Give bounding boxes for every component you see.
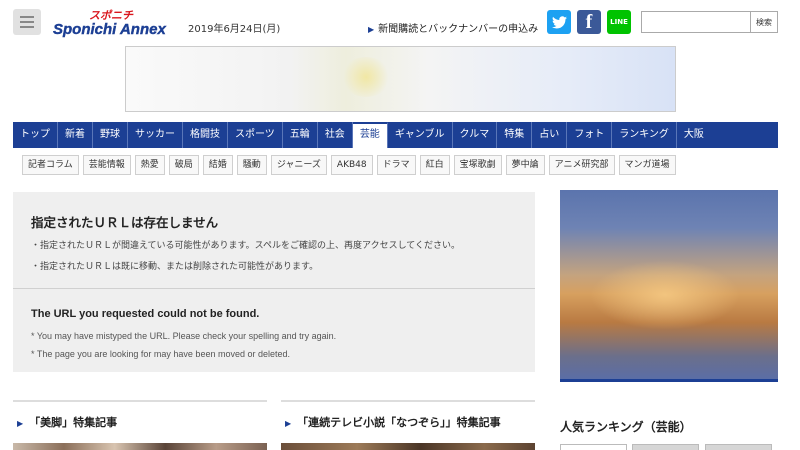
sub-nav-item[interactable]: ドラマ: [376, 155, 416, 175]
main-nav-item[interactable]: ランキング: [612, 122, 677, 148]
top-banner-ad[interactable]: [125, 46, 676, 112]
section-title-bikyaku[interactable]: ▶ 「美脚」特集記事: [17, 414, 117, 430]
site-header: スポニチ Sponichi Annex 2019年6月24日(月) ▶ 新聞購読と…: [0, 0, 800, 44]
article-thumbnails[interactable]: [13, 443, 267, 450]
section-title-natsuzora[interactable]: ▶ 「連続テレビ小説「なつぞら」」特集記事: [285, 414, 501, 430]
main-nav-item[interactable]: クルマ: [453, 122, 498, 148]
sidebar-ad[interactable]: [560, 190, 778, 382]
sub-nav-item[interactable]: 結婚: [202, 155, 233, 175]
section-title-label: 「美脚」特集記事: [29, 416, 118, 429]
sidebar-ad-image: [590, 260, 740, 330]
error-line-ja: ・指定されたＵＲＬは既に移動、または削除された可能性があります。: [31, 262, 319, 272]
main-nav-item[interactable]: ギャンブル: [388, 122, 453, 148]
subscribe-link[interactable]: ▶ 新聞購読とバックナンバーの申込み: [368, 20, 538, 35]
ranking-tab[interactable]: [705, 444, 772, 450]
menu-bar-icon: [20, 21, 34, 23]
sub-nav-item[interactable]: 宝塚歌劇: [453, 155, 502, 175]
search-button[interactable]: 検索: [750, 11, 778, 33]
sub-nav-item[interactable]: 記者コラム: [22, 155, 79, 175]
main-nav-item[interactable]: 芸能: [352, 122, 388, 148]
error-divider: [13, 288, 535, 289]
sub-nav-item[interactable]: AKB48: [330, 155, 373, 175]
error-line-en: * You may have mistyped the URL. Please …: [31, 331, 337, 341]
error-line-ja: ・指定されたＵＲＬが間違えている可能性があります。スペルをご確認の上、再度アクセ…: [31, 241, 461, 251]
error-title-en: The URL you requested could not be found…: [31, 308, 260, 320]
main-nav-item[interactable]: 野球: [93, 122, 128, 148]
line-icon: LINE: [610, 18, 628, 26]
main-nav-item[interactable]: サッカー: [128, 122, 183, 148]
error-line-en: * The page you are looking for may have …: [31, 349, 291, 359]
ranking-tab[interactable]: [560, 444, 627, 450]
subscribe-link-label: 新聞購読とバックナンバーの申込み: [378, 24, 539, 35]
main-nav-item[interactable]: 新着: [58, 122, 93, 148]
ranking-title: 人気ランキング（芸能）: [560, 420, 692, 434]
twitter-share-button[interactable]: [547, 10, 571, 34]
facebook-icon: f: [585, 10, 593, 33]
sub-nav-item[interactable]: 破局: [168, 155, 199, 175]
sub-nav-item[interactable]: 芸能情報: [82, 155, 131, 175]
sub-nav-item[interactable]: アニメ研究部: [548, 155, 615, 175]
section-title-label: 「連続テレビ小説「なつぞら」」特集記事: [297, 416, 501, 429]
main-nav-item[interactable]: 社会: [318, 122, 353, 148]
error-message-box: 指定されたＵＲＬは存在しません ・指定されたＵＲＬが間違えている可能性があります…: [13, 192, 535, 372]
sub-nav-item[interactable]: 夢中論: [505, 155, 545, 175]
sponichi-logo[interactable]: スポニチ Sponichi Annex: [51, 6, 179, 38]
menu-bar-icon: [20, 26, 34, 28]
main-nav-item[interactable]: 大阪: [677, 122, 711, 148]
sub-nav-item[interactable]: 騒動: [236, 155, 267, 175]
sub-nav-item[interactable]: マンガ道場: [618, 155, 676, 175]
article-thumbnails[interactable]: [281, 443, 535, 450]
current-date: 2019年6月24日(月): [188, 24, 281, 35]
line-share-button[interactable]: LINE: [607, 10, 631, 34]
main-nav-item[interactable]: フォト: [567, 122, 613, 148]
section-divider: [281, 400, 535, 402]
main-nav-item[interactable]: 特集: [497, 122, 533, 148]
banner-ad-image: [341, 57, 391, 97]
main-nav-item[interactable]: スポーツ: [228, 122, 283, 148]
sub-nav-item[interactable]: 熱愛: [134, 155, 165, 175]
main-nav: トップ 新着 野球 サッカー 格闘技 スポーツ 五輪 社会 芸能 ギャンブル クルマ 特集 占い フォトラ…: [13, 122, 778, 148]
facebook-share-button[interactable]: f: [577, 10, 601, 34]
arrow-right-icon: ▶: [368, 25, 375, 34]
hamburger-menu-button[interactable]: [13, 9, 41, 35]
main-nav-item[interactable]: 占い: [532, 122, 568, 148]
section-divider: [13, 400, 267, 402]
arrow-right-icon: ▶: [17, 419, 24, 428]
sub-nav-item[interactable]: 紅白: [419, 155, 450, 175]
error-title-ja: 指定されたＵＲＬは存在しません: [31, 215, 219, 230]
menu-bar-icon: [20, 16, 34, 18]
twitter-icon: [551, 15, 567, 28]
search-input[interactable]: [641, 11, 751, 33]
ranking-tab[interactable]: [632, 444, 699, 450]
arrow-right-icon: ▶: [285, 419, 292, 428]
entertainment-sub-nav: 記者コラム 芸能情報 熱愛 破局 結婚 騒動 ジャニーズ AKB48 ドラマ 紅白 宝塚歌劇 夢中論ア…: [22, 155, 676, 175]
svg-text:Sponichi Annex: Sponichi Annex: [53, 21, 166, 38]
main-nav-item[interactable]: トップ: [13, 122, 58, 148]
main-nav-item[interactable]: 格闘技: [183, 122, 228, 148]
main-nav-item[interactable]: 五輪: [283, 122, 318, 148]
sub-nav-item[interactable]: ジャニーズ: [270, 155, 327, 175]
